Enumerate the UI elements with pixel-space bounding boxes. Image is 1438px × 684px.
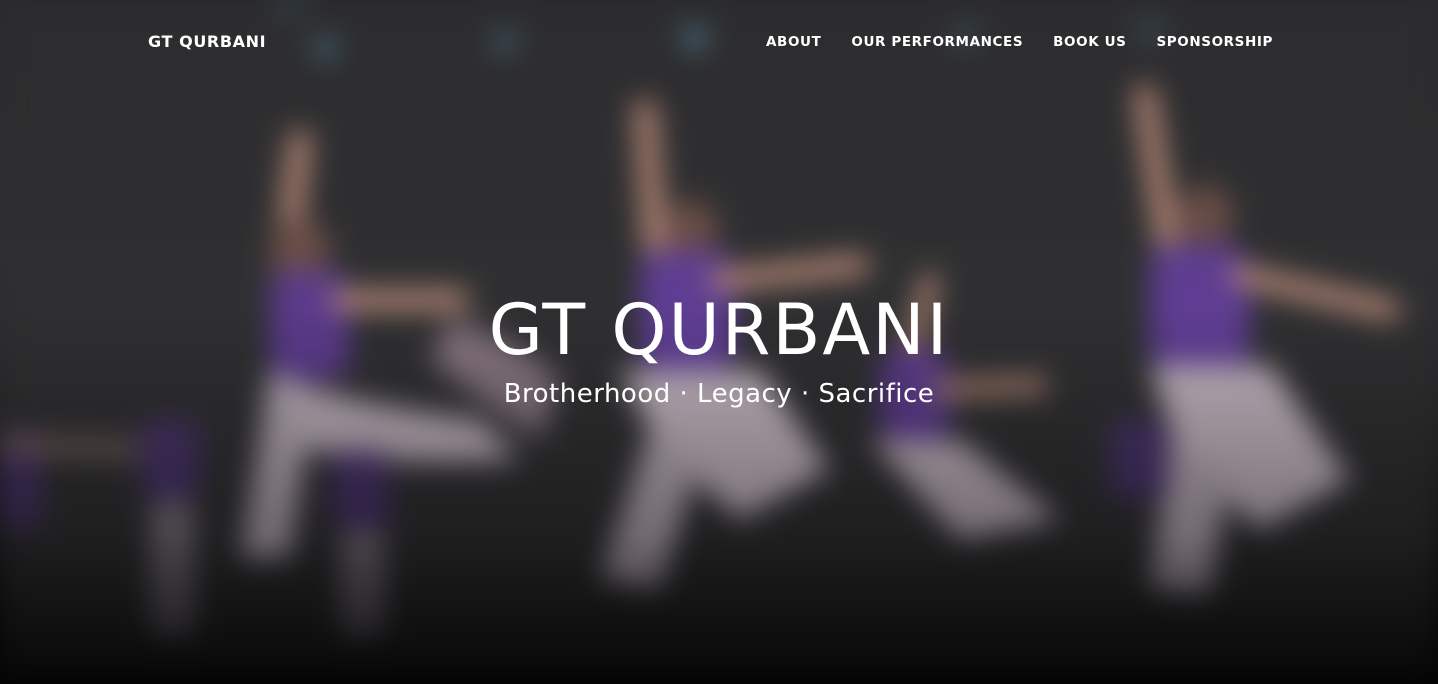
hero-section: GT QURBANI ABOUT OUR PERFORMANCES BOOK U… [0,0,1438,684]
hero-tagline: Brotherhood · Legacy · Sacrifice [503,379,935,409]
nav-link-sponsorship[interactable]: SPONSORSHIP [1156,33,1273,51]
brand-logo-link[interactable]: GT QURBANI [148,32,266,52]
nav-link-about[interactable]: ABOUT [766,33,821,51]
hero-content: GT QURBANI Brotherhood · Legacy · Sacrif… [0,288,1438,410]
nav-link-book-us[interactable]: BOOK US [1053,33,1126,51]
hero-title: GT QURBANI [488,289,950,371]
navbar: GT QURBANI ABOUT OUR PERFORMANCES BOOK U… [0,0,1438,86]
nav-link-our-performances[interactable]: OUR PERFORMANCES [851,33,1023,51]
nav-links: ABOUT OUR PERFORMANCES BOOK US SPONSORSH… [766,33,1273,51]
